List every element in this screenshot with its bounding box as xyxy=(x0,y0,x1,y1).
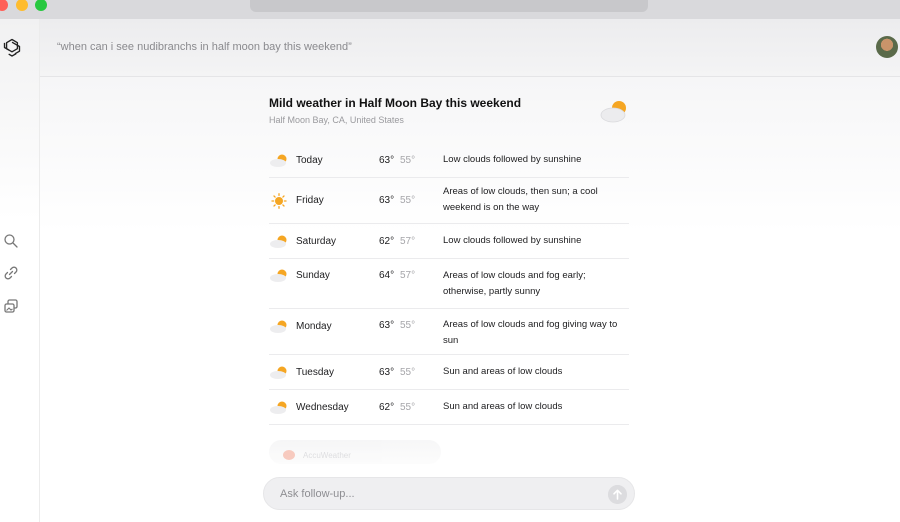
forecast-high: 63° xyxy=(379,367,395,378)
partly-cloudy-icon xyxy=(270,366,287,379)
forecast-row: Sunday 64° 57° Areas of low clouds and f… xyxy=(269,259,629,309)
forecast-row: Tuesday 63° 55° Sun and areas of low clo… xyxy=(269,355,629,390)
forecast-high: 63° xyxy=(379,195,395,206)
send-arrow-icon[interactable] xyxy=(608,485,627,504)
window-titlebar xyxy=(0,0,900,19)
search-icon[interactable] xyxy=(3,233,19,249)
forecast-low: 55° xyxy=(400,402,416,413)
openai-logo-icon[interactable] xyxy=(2,37,22,57)
forecast-high: 64° xyxy=(379,270,395,281)
forecast-row: Today 63° 55° Low clouds followed by sun… xyxy=(269,146,629,178)
forecast-day: Wednesday xyxy=(296,402,349,413)
forecast-description: Sun and areas of low clouds xyxy=(443,401,563,412)
forecast-row: Monday 63° 55° Areas of low clouds and f… xyxy=(269,309,629,355)
forecast-low: 57° xyxy=(400,236,416,247)
forecast-day: Tuesday xyxy=(296,367,334,378)
forecast-description: Sun and areas of low clouds xyxy=(443,366,563,377)
forecast-low: 55° xyxy=(400,367,416,378)
link-icon[interactable] xyxy=(3,265,19,281)
user-avatar[interactable] xyxy=(876,36,898,58)
forecast-low: 57° xyxy=(400,270,416,281)
forecast-day: Friday xyxy=(296,195,324,206)
forecast-high: 63° xyxy=(379,320,395,331)
forecast-day: Sunday xyxy=(296,270,330,281)
left-rail xyxy=(0,19,40,522)
forecast-description: Low clouds followed by sunshine xyxy=(443,235,582,246)
minimize-window-button[interactable] xyxy=(16,0,28,11)
query-header: “when can i see nudibranchs in half moon… xyxy=(40,19,900,77)
forecast-high: 62° xyxy=(379,402,395,413)
forecast-row: Saturday 62° 57° Low clouds followed by … xyxy=(269,224,629,259)
maximize-window-button[interactable] xyxy=(35,0,47,11)
address-bar[interactable] xyxy=(250,0,648,12)
forecast-day: Today xyxy=(296,155,323,166)
forecast-day: Monday xyxy=(296,321,332,332)
forecast-row: Wednesday 62° 55° Sun and areas of low c… xyxy=(269,390,629,425)
forecast-description: Areas of low clouds and fog giving way t… xyxy=(443,319,618,346)
followup-bar xyxy=(263,477,635,510)
partly-cloudy-icon xyxy=(270,154,287,167)
partly-cloudy-icon xyxy=(600,101,626,123)
accuweather-icon xyxy=(283,450,295,460)
forecast-high: 63° xyxy=(379,155,395,166)
forecast-low: 55° xyxy=(400,195,416,206)
source-label: AccuWeather xyxy=(303,451,351,460)
search-query-text[interactable]: “when can i see nudibranchs in half moon… xyxy=(57,41,352,53)
forecast-description: Areas of low clouds and fog early; other… xyxy=(443,270,586,297)
partly-cloudy-icon xyxy=(270,401,287,414)
forecast-high: 62° xyxy=(379,236,395,247)
partly-cloudy-icon xyxy=(270,269,287,282)
forecast-low: 55° xyxy=(400,320,416,331)
forecast-row: Friday 63° 55° Areas of low clouds, then… xyxy=(269,178,629,224)
partly-cloudy-icon xyxy=(270,235,287,248)
partly-cloudy-icon xyxy=(270,320,287,333)
source-chip[interactable]: AccuWeather xyxy=(269,440,441,464)
forecast-description: Areas of low clouds, then sun; a cool we… xyxy=(443,186,598,213)
weather-title: Mild weather in Half Moon Bay this weeke… xyxy=(269,96,522,110)
weather-location: Half Moon Bay, CA, United States xyxy=(269,115,404,125)
forecast-day: Saturday xyxy=(296,236,337,247)
forecast-low: 55° xyxy=(400,155,416,166)
close-window-button[interactable] xyxy=(0,0,8,11)
forecast-description: Low clouds followed by sunshine xyxy=(443,154,582,165)
image-gallery-icon[interactable] xyxy=(3,298,19,314)
sunny-icon xyxy=(271,193,287,209)
followup-input[interactable] xyxy=(280,486,580,502)
